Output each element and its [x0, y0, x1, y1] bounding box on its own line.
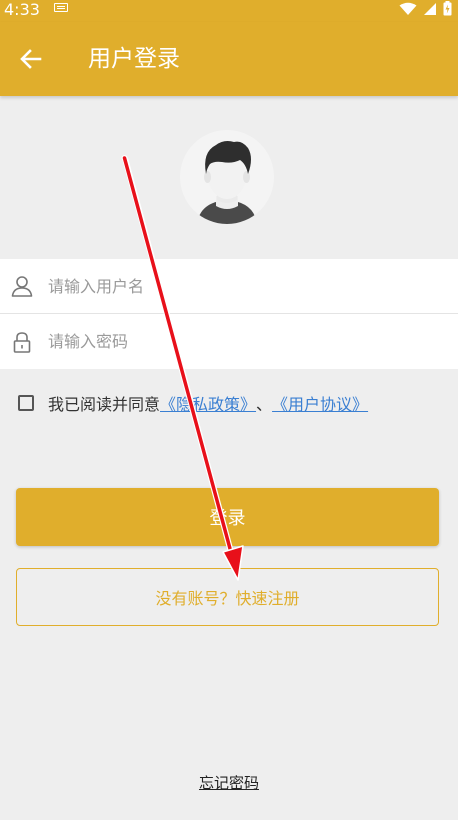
- username-input[interactable]: [48, 259, 438, 313]
- forgot-password-link[interactable]: 忘记密码: [0, 772, 458, 793]
- login-label: 登录: [209, 508, 246, 529]
- arrow-left-icon: [20, 49, 42, 69]
- privacy-policy-link[interactable]: 《隐私政策》: [160, 391, 256, 415]
- password-input[interactable]: [48, 314, 438, 369]
- wifi-icon: [399, 2, 417, 15]
- forgot-password-label: 忘记密码: [198, 774, 259, 792]
- register-button[interactable]: 没有账号？快速注册: [16, 568, 439, 626]
- lock-icon: [13, 331, 31, 353]
- page-title: 用户登录: [88, 46, 180, 72]
- agreement-separator: 、: [256, 395, 273, 414]
- user-agreement-link[interactable]: 《用户协议》: [272, 391, 368, 415]
- avatar-icon: [197, 141, 257, 224]
- avatar: [180, 130, 274, 224]
- login-form: [0, 259, 458, 369]
- password-row: [0, 313, 458, 369]
- login-button[interactable]: 登录: [16, 488, 439, 546]
- agreement-checkbox[interactable]: [18, 395, 34, 411]
- status-time: 4:33: [4, 0, 40, 19]
- user-icon: [11, 276, 33, 297]
- signal-icon: [424, 2, 436, 15]
- agreement-text: 我已阅读并同意: [48, 395, 161, 414]
- battery-icon: [443, 1, 452, 16]
- back-button[interactable]: [14, 42, 48, 76]
- register-label: 没有账号？快速注册: [155, 589, 300, 608]
- username-row: [0, 259, 458, 313]
- app-bar: 用户登录: [0, 22, 458, 96]
- status-icons: [399, 1, 452, 16]
- keyboard-icon: [54, 3, 68, 12]
- agreement-row: 我已阅读并同意 《隐私政策》 、 《用户协议》: [18, 390, 368, 416]
- status-bar: 4:33: [0, 0, 458, 22]
